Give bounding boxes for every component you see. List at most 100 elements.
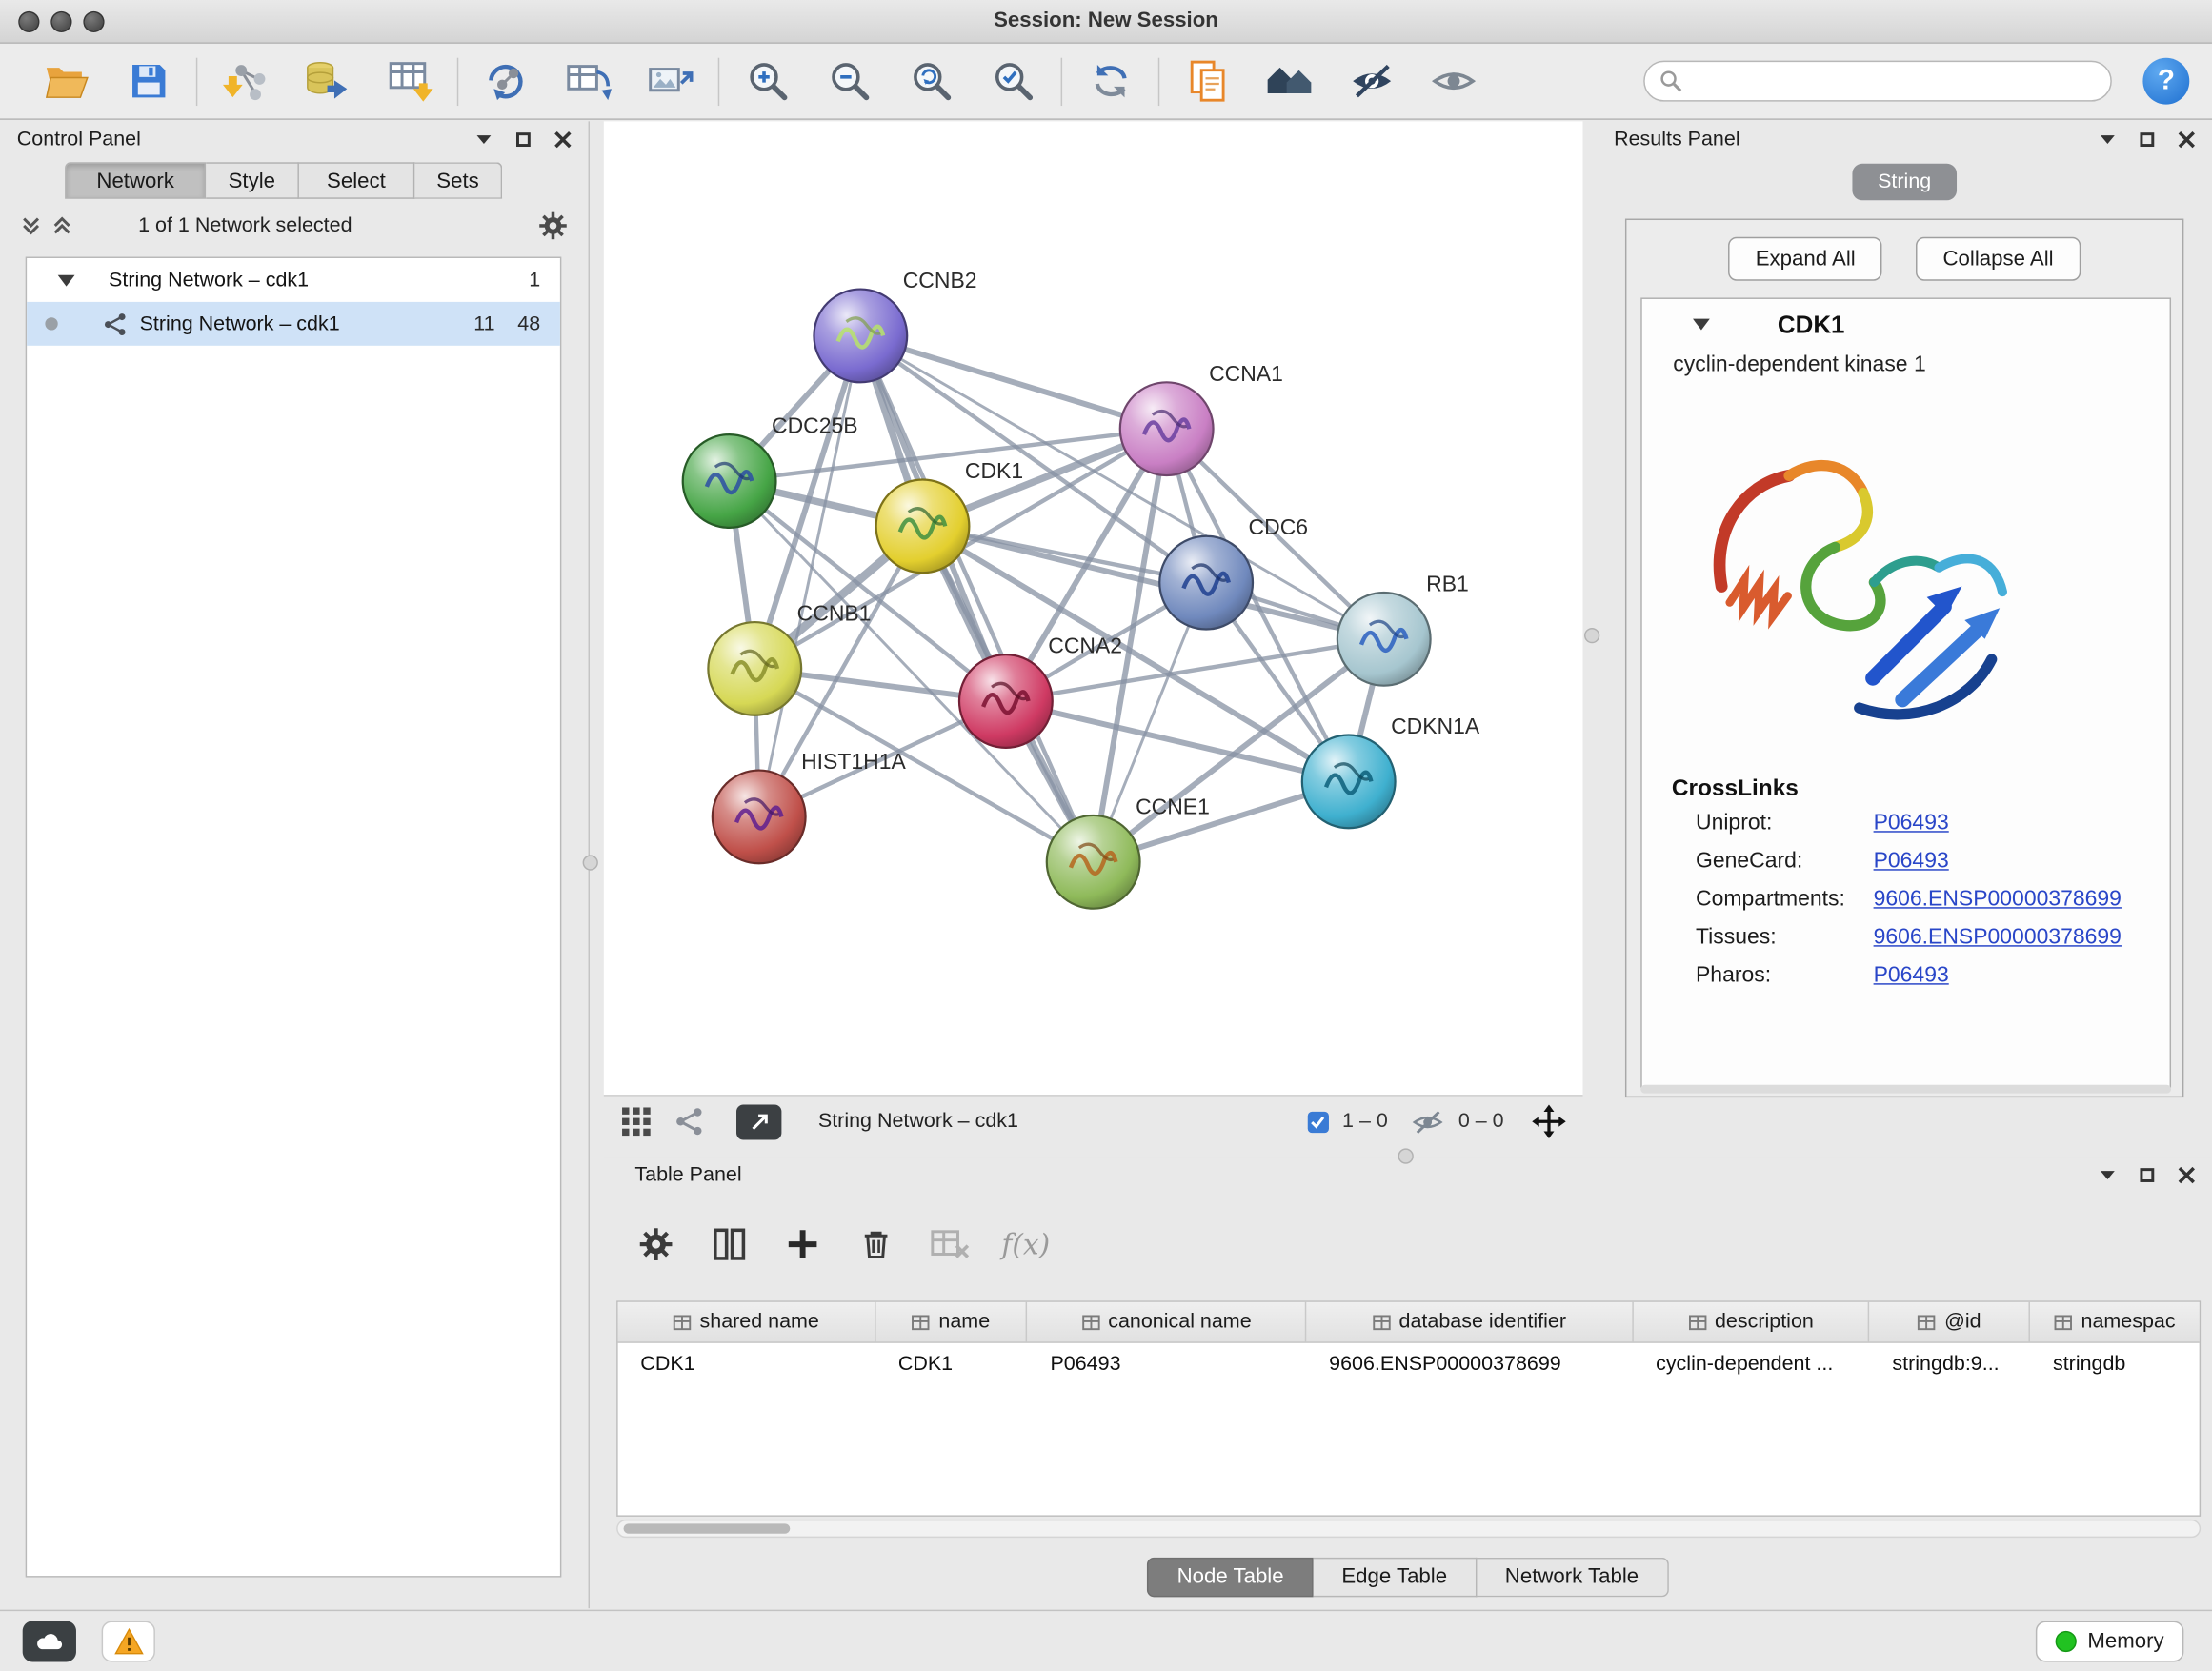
network-node-ccnb2[interactable] xyxy=(814,290,907,383)
tab-network-table[interactable]: Network Table xyxy=(1477,1558,1668,1597)
network-node-cdk1[interactable] xyxy=(876,479,970,573)
zoom-selected-button[interactable] xyxy=(972,49,1054,113)
search-input[interactable] xyxy=(1692,69,2097,94)
selected-checkbox-icon[interactable] xyxy=(1307,1111,1328,1132)
network-node-cdc6[interactable] xyxy=(1159,536,1253,630)
export-image-button[interactable] xyxy=(629,49,711,113)
splitter-handle-left[interactable] xyxy=(583,855,598,870)
network-edge[interactable] xyxy=(860,335,1093,861)
table-settings-button[interactable] xyxy=(634,1223,676,1265)
gear-icon[interactable] xyxy=(537,211,569,242)
column-header-namespace[interactable]: namespac xyxy=(2030,1302,2199,1341)
zoom-out-button[interactable] xyxy=(809,49,891,113)
table-horizontal-scrollbar[interactable] xyxy=(616,1520,2201,1538)
tab-sets[interactable]: Sets xyxy=(414,162,502,199)
import-table-file-button[interactable] xyxy=(369,49,451,113)
network-edge[interactable] xyxy=(860,335,1166,429)
results-scrollbar[interactable] xyxy=(1640,1085,2171,1094)
detach-view-button[interactable] xyxy=(736,1104,781,1139)
import-network-file-button[interactable] xyxy=(205,49,287,113)
duplicate-document-button[interactable] xyxy=(1167,49,1249,113)
cell-database-identifier[interactable]: 9606.ENSP00000378699 xyxy=(1306,1343,1633,1385)
cell-description[interactable]: cyclin-dependent ... xyxy=(1633,1343,1869,1385)
close-panel-icon[interactable] xyxy=(2177,131,2195,149)
column-header-id[interactable]: @id xyxy=(1870,1302,2031,1341)
panel-menu-icon[interactable] xyxy=(2098,131,2116,149)
network-node-ccna1[interactable] xyxy=(1120,382,1214,475)
tab-style[interactable]: Style xyxy=(206,162,299,199)
cell-id[interactable]: stringdb:9... xyxy=(1870,1343,2031,1385)
panel-menu-icon[interactable] xyxy=(2098,1166,2116,1184)
collapse-all-icon[interactable] xyxy=(20,214,43,237)
pan-move-icon[interactable] xyxy=(1532,1105,1566,1139)
network-node-ccnb1[interactable] xyxy=(708,622,801,715)
column-header-description[interactable]: description xyxy=(1633,1302,1869,1341)
network-node-rb1[interactable] xyxy=(1337,593,1431,686)
network-node-cdkn1a[interactable] xyxy=(1302,735,1396,829)
scrollbar-thumb[interactable] xyxy=(624,1523,791,1533)
close-panel-icon[interactable] xyxy=(553,131,571,149)
cell-canonical-name[interactable]: P06493 xyxy=(1028,1343,1307,1385)
import-network-database-button[interactable] xyxy=(287,49,369,113)
network-node-ccna2[interactable] xyxy=(959,654,1053,748)
cell-shared-name[interactable]: CDK1 xyxy=(618,1343,876,1385)
splitter-handle-bottom[interactable] xyxy=(1398,1148,1414,1163)
home-button[interactable] xyxy=(1249,49,1331,113)
collapse-all-button[interactable]: Collapse All xyxy=(1916,237,2080,281)
add-column-button[interactable] xyxy=(781,1223,823,1265)
tab-node-table[interactable]: Node Table xyxy=(1148,1558,1314,1597)
crosslink-tissues[interactable]: 9606.ENSP00000378699 xyxy=(1874,925,2122,951)
table-row[interactable]: CDK1 CDK1 P06493 9606.ENSP00000378699 cy… xyxy=(618,1343,2200,1385)
crosslink-genecard[interactable]: P06493 xyxy=(1874,849,1949,875)
network-graph[interactable]: CCNB2CCNA1CDC25BCDK1CDC6RB1CCNB1CCNA2CDK… xyxy=(604,121,1583,1095)
clone-network-button[interactable] xyxy=(548,49,630,113)
network-share-icon[interactable] xyxy=(674,1106,706,1137)
column-header-name[interactable]: name xyxy=(875,1302,1028,1341)
save-session-button[interactable] xyxy=(108,49,190,113)
float-panel-icon[interactable] xyxy=(2138,1166,2156,1184)
zoom-in-button[interactable] xyxy=(727,49,809,113)
cloud-services-button[interactable] xyxy=(23,1621,76,1662)
show-all-button[interactable] xyxy=(1412,49,1494,113)
network-node-cdc25b[interactable] xyxy=(683,434,776,528)
float-panel-icon[interactable] xyxy=(2138,131,2156,149)
hide-selected-button[interactable] xyxy=(1330,49,1412,113)
float-panel-icon[interactable] xyxy=(513,131,532,149)
expand-all-icon[interactable] xyxy=(50,214,73,237)
close-panel-icon[interactable] xyxy=(2177,1166,2195,1184)
column-header-database-identifier[interactable]: database identifier xyxy=(1306,1302,1633,1341)
expand-all-button[interactable]: Expand All xyxy=(1729,237,1882,281)
panel-menu-icon[interactable] xyxy=(474,131,493,149)
function-builder-button[interactable]: f(x) xyxy=(1001,1227,1050,1261)
network-canvas[interactable]: CCNB2CCNA1CDC25BCDK1CDC6RB1CCNB1CCNA2CDK… xyxy=(604,121,1583,1095)
memory-button[interactable]: Memory xyxy=(2036,1621,2184,1662)
delete-column-button[interactable] xyxy=(855,1223,896,1265)
zoom-fit-button[interactable] xyxy=(890,49,972,113)
new-network-from-selection-button[interactable] xyxy=(466,49,548,113)
warnings-button[interactable] xyxy=(102,1621,155,1662)
cell-namespace[interactable]: stringdb xyxy=(2030,1343,2199,1385)
apply-layout-button[interactable] xyxy=(1069,49,1151,113)
open-session-button[interactable] xyxy=(26,49,108,113)
cell-name[interactable]: CDK1 xyxy=(875,1343,1028,1385)
network-collection-row[interactable]: String Network – cdk1 1 xyxy=(27,258,560,302)
tab-string[interactable]: String xyxy=(1852,164,1956,201)
network-node-ccne1[interactable] xyxy=(1047,815,1140,909)
collapse-triangle-icon[interactable] xyxy=(58,274,75,286)
help-button[interactable]: ? xyxy=(2142,58,2189,105)
network-edge[interactable] xyxy=(759,335,861,816)
column-header-shared-name[interactable]: shared name xyxy=(618,1302,876,1341)
grid-view-icon[interactable] xyxy=(621,1106,653,1137)
column-header-canonical-name[interactable]: canonical name xyxy=(1028,1302,1307,1341)
splitter-handle-right[interactable] xyxy=(1584,628,1599,643)
crosslink-pharos[interactable]: P06493 xyxy=(1874,963,1949,989)
tab-edge-table[interactable]: Edge Table xyxy=(1314,1558,1477,1597)
tab-select[interactable]: Select xyxy=(299,162,414,199)
crosslink-compartments[interactable]: 9606.ENSP00000378699 xyxy=(1874,887,2122,913)
network-row-selected[interactable]: String Network – cdk1 11 48 xyxy=(27,302,560,346)
tab-network[interactable]: Network xyxy=(65,162,206,199)
show-columns-button[interactable] xyxy=(708,1223,750,1265)
network-node-hist1h1a[interactable] xyxy=(713,771,806,864)
crosslink-uniprot[interactable]: P06493 xyxy=(1874,811,1949,836)
search-box[interactable] xyxy=(1643,61,2112,102)
